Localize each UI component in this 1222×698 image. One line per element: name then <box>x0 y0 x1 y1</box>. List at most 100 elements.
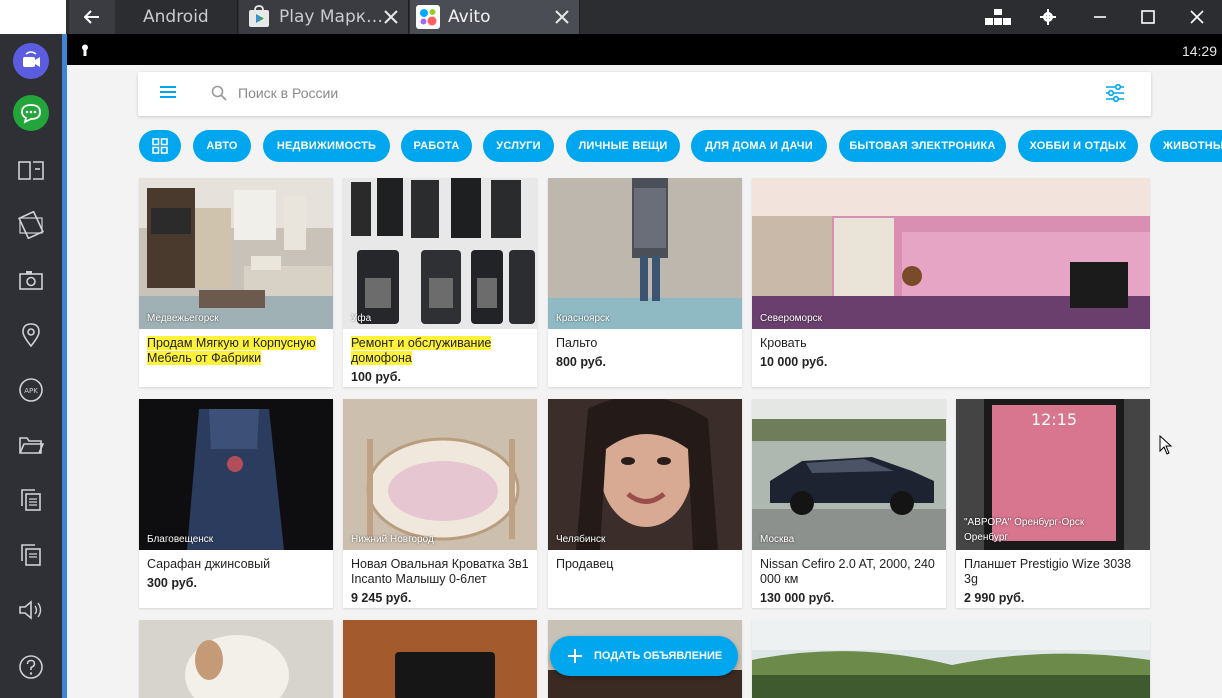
location-pin-icon <box>22 323 40 348</box>
search-bar[interactable]: Поиск в России <box>138 72 1151 116</box>
listing-title: Продам Мягкую и Корпусную Мебель от Фабр… <box>147 336 316 365</box>
listing-title: Nissan Cefiro 2.0 AT, 2000, 240 000 км <box>760 557 935 586</box>
category-chip[interactable]: АВТО <box>193 130 251 162</box>
listing-card[interactable]: Уфа Ремонт и обслуживание домофона 100 р… <box>343 178 537 387</box>
listing-card[interactable]: Красноярск Пальто 800 руб. <box>548 178 742 387</box>
sidebar-item-folder[interactable] <box>10 424 52 466</box>
close-icon <box>1190 10 1204 24</box>
sidebar-item-rotate[interactable] <box>10 204 52 246</box>
listing-price: 800 руб. <box>556 355 606 369</box>
category-chip[interactable]: УСЛУГИ <box>483 130 554 162</box>
category-grid-button[interactable] <box>139 130 181 162</box>
listing-title: Пальто <box>556 336 598 350</box>
listing-photo-tablet: 12:15 "АВРОРА" Оренбург-Орск Оренбург <box>956 399 1150 550</box>
listing-card[interactable] <box>343 620 537 698</box>
apk-icon: APK <box>19 378 43 402</box>
listing-card[interactable]: Благовещенск Сарафан джинсовый 300 руб. <box>139 399 333 608</box>
tab-android[interactable]: Android <box>118 0 238 34</box>
sidebar-item-paste[interactable] <box>10 534 52 576</box>
category-chip[interactable]: НЕДВИЖИМОСТЬ <box>263 130 390 162</box>
mouse-cursor-icon <box>1159 435 1173 455</box>
listing-city: Москва <box>760 534 795 545</box>
listing-price: 2 990 руб. <box>964 591 1025 605</box>
listing-title: Планшет Prestigio Wize 3038 3g <box>964 557 1132 586</box>
listing-photo-bed: Североморск <box>752 178 1150 329</box>
settings-button[interactable] <box>1024 0 1072 34</box>
sidebar-item-copy[interactable] <box>10 479 52 521</box>
svg-text:APK: APK <box>24 387 38 395</box>
listing-card[interactable]: Нижний Новгород Новая Овальная Кроватка … <box>343 399 537 608</box>
sidebar-item-location[interactable] <box>10 314 52 356</box>
minimize-icon <box>1094 16 1106 18</box>
avito-logo-icon <box>416 5 440 29</box>
listing-title: Продавец <box>556 557 614 571</box>
sidebar-item-volume[interactable] <box>10 589 52 631</box>
tab-play-market[interactable]: Play Марк… <box>239 0 409 34</box>
listing-city: Челябинск <box>556 534 606 545</box>
sidebar-item-apk[interactable]: APK <box>10 369 52 411</box>
keyboard-icon <box>985 9 1011 25</box>
arrow-left-icon <box>84 10 99 24</box>
hamburger-menu-icon[interactable] <box>159 84 177 100</box>
minimize-button[interactable] <box>1076 0 1124 34</box>
category-chip[interactable]: БЫТОВАЯ ЭЛЕКТРОНИКА <box>839 130 1006 162</box>
listing-card[interactable]: 12:15 "АВРОРА" Оренбург-Орск Оренбург Пл… <box>956 399 1150 608</box>
category-chip[interactable]: ДЛЯ ДОМА И ДАЧИ <box>691 130 827 162</box>
emulator-sidebar: APK <box>0 34 62 698</box>
video-camera-icon <box>13 43 49 79</box>
listing-price: 130 000 руб. <box>760 591 835 605</box>
title-bar-blank <box>0 0 66 34</box>
category-chip[interactable]: ХОББИ И ОТДЫХ <box>1018 130 1138 162</box>
category-chip[interactable]: ЖИВОТНЫЕ <box>1150 130 1222 162</box>
category-chip[interactable]: ЛИЧНЫЕ ВЕЩИ <box>566 130 680 162</box>
listing-city: Уфа <box>351 313 372 324</box>
maximize-icon <box>1141 10 1155 24</box>
plus-icon <box>568 649 582 663</box>
category-chip[interactable]: РАБОТА <box>401 130 472 162</box>
post-ad-label: ПОДАТЬ ОБЪЯВЛЕНИЕ <box>594 650 723 662</box>
chat-icon <box>13 95 49 131</box>
keyhole-icon <box>82 44 88 56</box>
listing-photo-crib: Нижний Новгород <box>343 399 537 550</box>
listing-city: Североморск <box>760 313 823 324</box>
folder-icon <box>19 437 44 454</box>
sidebar-item-camera[interactable] <box>10 40 52 82</box>
listing-card[interactable]: Североморск Кровать 10 000 руб. <box>752 178 1150 387</box>
emulator-window: Android Play Марк… Avito APK 14:29 Поиск… <box>0 0 1222 698</box>
post-ad-button[interactable]: ПОДАТЬ ОБЪЯВЛЕНИЕ <box>550 636 738 676</box>
back-button[interactable] <box>69 0 115 34</box>
avito-app: Поиск в России АВТО НЕДВИЖИМОСТЬ РАБОТА <box>67 65 1222 698</box>
sidebar-item-help[interactable] <box>10 646 52 688</box>
listing-photo-puppy <box>139 620 333 698</box>
status-clock: 14:29 <box>1181 43 1217 59</box>
listing-card[interactable]: Москва Nissan Cefiro 2.0 AT, 2000, 240 0… <box>752 399 946 608</box>
listing-price: 10 000 руб. <box>760 355 828 369</box>
listing-card[interactable] <box>752 620 1150 698</box>
filter-sliders-icon[interactable] <box>1105 84 1125 102</box>
listing-card[interactable]: Челябинск Продавец <box>548 399 742 608</box>
sidebar-item-screenshot[interactable] <box>10 259 52 301</box>
keyboard-layout-button[interactable] <box>974 0 1022 34</box>
svg-text:12:15: 12:15 <box>1031 410 1077 429</box>
listing-card[interactable] <box>139 620 333 698</box>
tab-label: Avito <box>448 7 491 27</box>
tab-label: Android <box>143 7 209 27</box>
multi-window-icon <box>18 161 44 180</box>
maximize-button[interactable] <box>1124 0 1172 34</box>
listing-price: 100 руб. <box>351 370 401 384</box>
tab-avito[interactable]: Avito <box>410 0 580 34</box>
listing-photo-device <box>343 620 537 698</box>
play-store-icon <box>249 5 269 27</box>
camera-icon <box>19 271 43 290</box>
sidebar-item-chat[interactable] <box>10 92 52 134</box>
search-input[interactable]: Поиск в России <box>238 85 338 101</box>
close-icon[interactable] <box>382 8 400 26</box>
listing-title: Кровать <box>760 336 807 350</box>
listing-card[interactable]: Медвежьегорск Продам Мягкую и Корпусную … <box>139 178 333 387</box>
sidebar-item-multi-window[interactable] <box>10 149 52 191</box>
close-window-button[interactable] <box>1173 0 1221 34</box>
speaker-icon <box>19 600 42 620</box>
close-icon[interactable] <box>553 8 571 26</box>
listing-photo-garden <box>752 620 1150 698</box>
listing-price: 300 руб. <box>147 576 197 590</box>
